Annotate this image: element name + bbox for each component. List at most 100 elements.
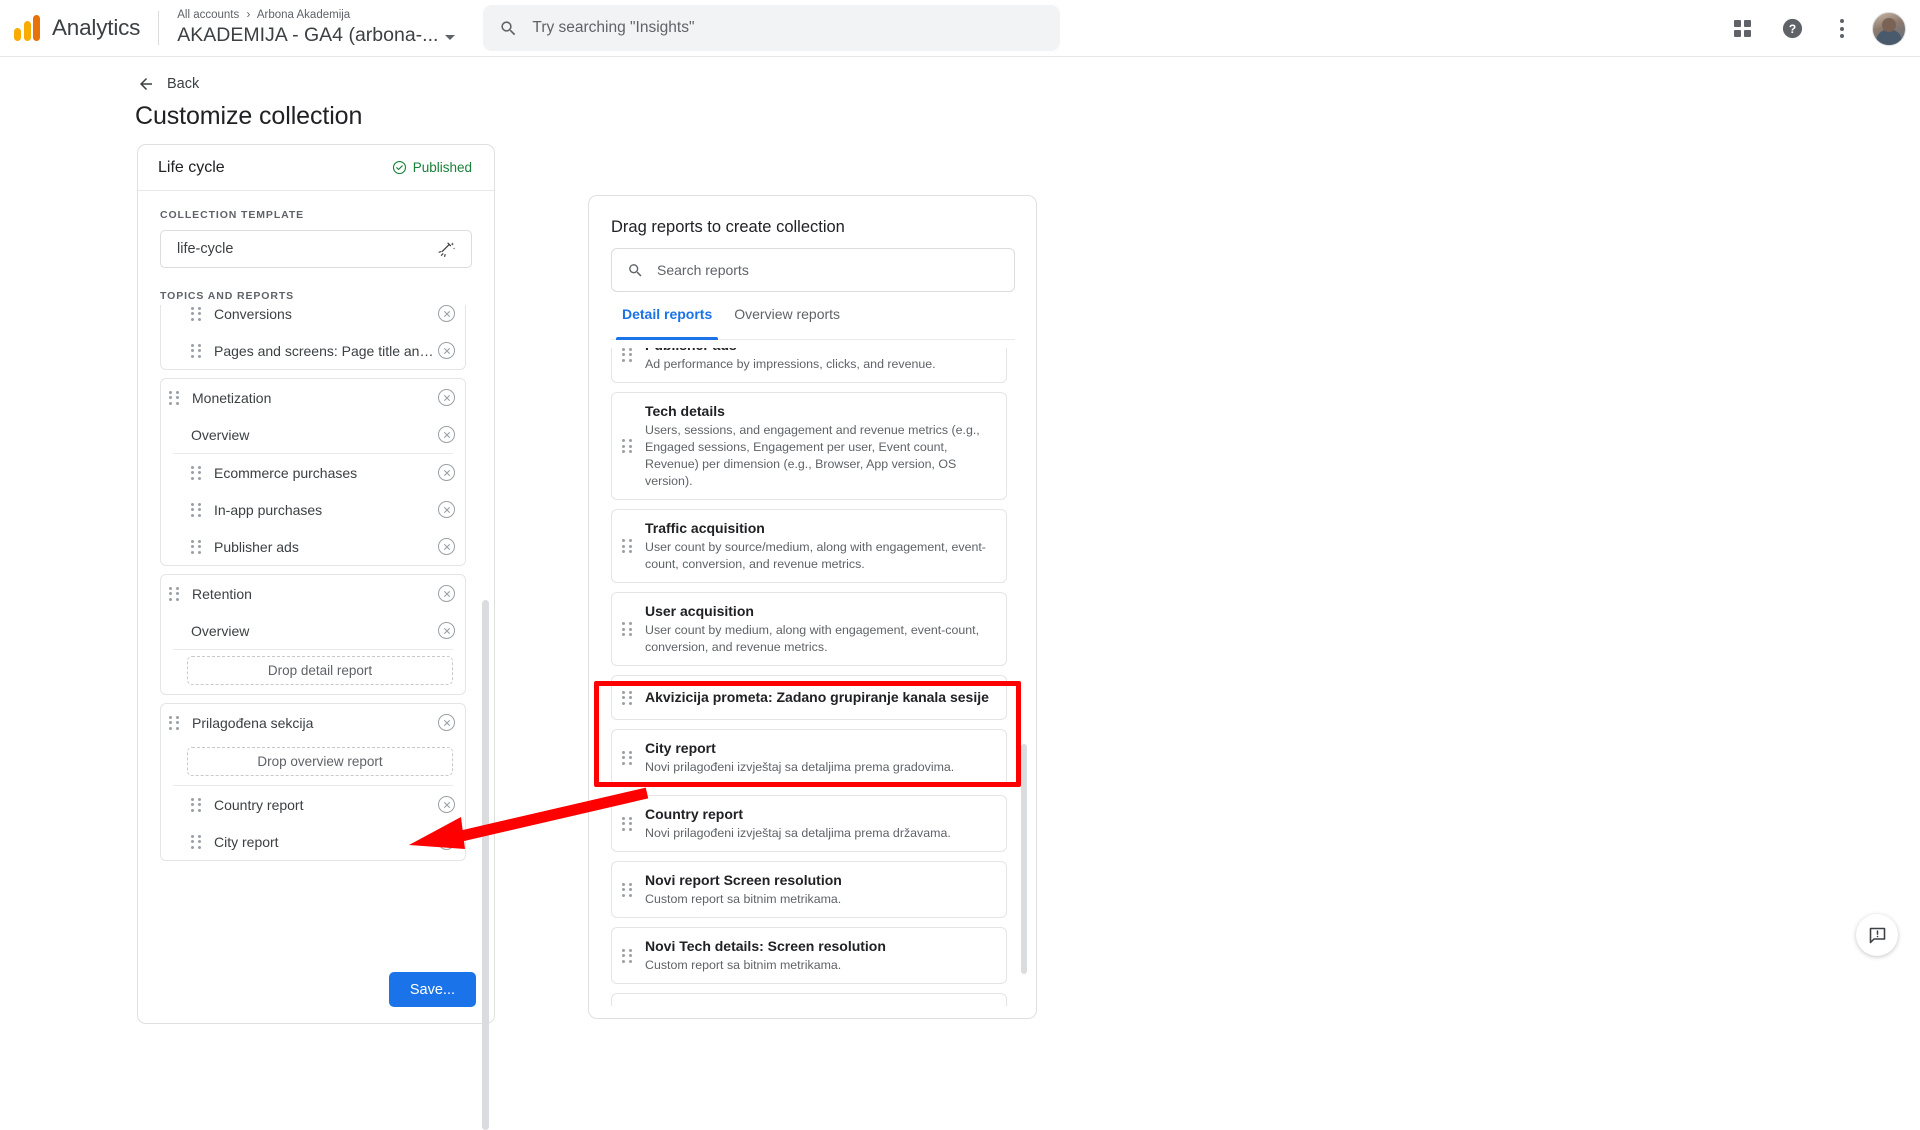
topic-report-row[interactable]: Publisher ads: [161, 528, 465, 565]
drag-handle-icon[interactable]: [622, 439, 633, 453]
topic-report-row[interactable]: Ecommerce purchases: [161, 454, 465, 491]
help-button[interactable]: ?: [1772, 9, 1812, 49]
arrow-left-icon: [140, 78, 152, 90]
report-list-item[interactable]: Country report Novi prilagođeni izvješta…: [611, 795, 1007, 852]
tab-overview-reports[interactable]: Overview reports: [723, 306, 851, 339]
report-list-item[interactable]: Akvizicija prometa: Zadano grupiranje ka…: [611, 675, 1007, 720]
global-search-input[interactable]: Try searching "Insights": [483, 5, 1061, 51]
chevron-down-icon[interactable]: [445, 34, 456, 40]
help-icon: ?: [1782, 18, 1802, 39]
remove-report-button[interactable]: [438, 426, 455, 443]
property-selector[interactable]: All accounts › Arbona Akademija AKADEMIJ…: [177, 8, 456, 48]
topics-list: Events Conversions Pages: [160, 305, 466, 869]
status-badge: Published: [392, 160, 472, 175]
report-title: Traffic acquisition: [645, 520, 765, 536]
drop-overview-report-zone[interactable]: Drop overview report: [187, 747, 453, 776]
drag-handle-icon[interactable]: [622, 948, 633, 963]
drag-handle-icon[interactable]: [622, 348, 633, 362]
drag-handle-icon[interactable]: [622, 750, 633, 765]
report-list-item[interactable]: Publisher ads Ad performance by impressi…: [611, 348, 1007, 383]
topics-and-reports-label: Topics and reports: [160, 290, 295, 302]
report-list-item[interactable]: City report Novi prilagođeni izvještaj s…: [611, 729, 1007, 786]
topic-report-row[interactable]: In-app purchases: [161, 491, 465, 528]
row-label: Overview: [191, 426, 250, 443]
drag-handle-icon[interactable]: [622, 690, 633, 705]
topics-scroll-region[interactable]: Events Conversions Pages: [160, 305, 478, 1057]
report-description: Ad performance by impressions, clicks, a…: [645, 357, 936, 371]
more-vert-icon: [1840, 19, 1844, 38]
topic-group: Retention Overview Drop detail report: [160, 574, 466, 695]
collection-name: Life cycle: [158, 158, 225, 176]
topic-header-row[interactable]: Monetization: [161, 379, 465, 416]
topic-report-row[interactable]: Country report: [161, 786, 465, 823]
drag-handle-icon[interactable]: [191, 539, 202, 554]
remove-report-button[interactable]: [438, 538, 455, 555]
topic-report-row[interactable]: City report: [161, 823, 465, 860]
apps-grid-button[interactable]: [1722, 9, 1762, 49]
report-description: Custom report sa bitnim metrikama.: [645, 958, 842, 972]
remove-report-button[interactable]: [438, 464, 455, 481]
report-list-item[interactable]: Novi Tech details: Screen resolution Cus…: [611, 927, 1007, 984]
report-list-item[interactable]: Tech details Users, sessions, and engage…: [611, 392, 1007, 500]
tab-detail-reports[interactable]: Detail reports: [611, 306, 723, 340]
topic-report-row[interactable]: Pages and screens: Page title and…: [161, 332, 465, 369]
overview-row[interactable]: Overview: [161, 416, 465, 453]
remove-report-button[interactable]: [438, 833, 455, 850]
topic-report-row[interactable]: Conversions: [161, 305, 465, 332]
top-bar-actions: ?: [1722, 0, 1906, 57]
back-button[interactable]: Back: [137, 75, 199, 93]
drag-handle-icon[interactable]: [622, 539, 633, 553]
report-title: Novi report Screen resolution: [645, 872, 842, 888]
report-list-item[interactable]: Traffic acquisition User count by source…: [611, 509, 1007, 583]
save-button[interactable]: Save...: [388, 972, 476, 1007]
drag-handle-icon[interactable]: [191, 306, 202, 321]
report-list-item[interactable]: Pages and screens: Page title and screen…: [611, 993, 1007, 1006]
drag-handle-icon[interactable]: [622, 882, 633, 897]
status-badge-label: Published: [412, 160, 472, 175]
remove-report-button[interactable]: [438, 342, 455, 359]
divider: [158, 11, 160, 45]
overview-row[interactable]: Overview: [161, 612, 465, 649]
topic-header-row[interactable]: Prilagođena sekcija: [161, 704, 465, 741]
drag-handle-icon[interactable]: [191, 465, 202, 480]
report-list-item[interactable]: Novi report Screen resolution Custom rep…: [611, 861, 1007, 918]
feedback-button[interactable]: [1856, 914, 1898, 956]
report-title: City report: [645, 740, 716, 756]
drag-handle-icon[interactable]: [169, 715, 180, 730]
drag-handle-icon[interactable]: [169, 390, 180, 405]
check-circle-icon: [392, 160, 406, 175]
search-reports-input[interactable]: Search reports: [611, 248, 1015, 292]
more-options-button[interactable]: [1822, 9, 1862, 49]
topic-header-row[interactable]: Retention: [161, 575, 465, 612]
left-scrollbar-thumb[interactable]: [482, 600, 489, 1130]
divider: [173, 649, 453, 650]
report-title: Akvizicija prometa: Zadano grupiranje ka…: [645, 689, 989, 705]
drag-handle-icon[interactable]: [191, 834, 202, 849]
reports-scroll-region[interactable]: Publisher ads Ad performance by impressi…: [611, 348, 1015, 1006]
property-name: AKADEMIJA - GA4 (arbona-...: [177, 24, 439, 46]
remove-topic-button[interactable]: [438, 714, 455, 731]
report-list-item[interactable]: User acquisition User count by medium, a…: [611, 592, 1007, 666]
drag-handle-icon[interactable]: [191, 797, 202, 812]
remove-report-button[interactable]: [438, 305, 455, 322]
remove-report-button[interactable]: [438, 501, 455, 518]
row-label: Country report: [214, 796, 304, 813]
drag-handle-icon[interactable]: [191, 343, 202, 358]
remove-report-button[interactable]: [438, 622, 455, 639]
collection-template-input[interactable]: life-cycle: [160, 230, 472, 268]
reports-scrollbar-thumb[interactable]: [1021, 744, 1027, 974]
remove-topic-button[interactable]: [438, 389, 455, 406]
drop-detail-report-zone[interactable]: Drop detail report: [187, 656, 453, 685]
magic-sparkle-icon[interactable]: [438, 240, 457, 259]
report-description: Custom report sa bitnim metrikama.: [645, 892, 842, 906]
property-name-row[interactable]: AKADEMIJA - GA4 (arbona-...: [177, 23, 456, 48]
drag-handle-icon[interactable]: [191, 502, 202, 517]
drag-handle-icon[interactable]: [169, 586, 180, 601]
report-description: User count by medium, along with engagem…: [645, 623, 980, 654]
drag-handle-icon[interactable]: [622, 622, 633, 636]
avatar[interactable]: [1872, 11, 1906, 46]
remove-topic-button[interactable]: [438, 585, 455, 602]
drag-handle-icon[interactable]: [622, 816, 633, 831]
remove-report-button[interactable]: [438, 796, 455, 813]
collection-editor-card: Life cycle Published Collection template…: [137, 144, 495, 1130]
